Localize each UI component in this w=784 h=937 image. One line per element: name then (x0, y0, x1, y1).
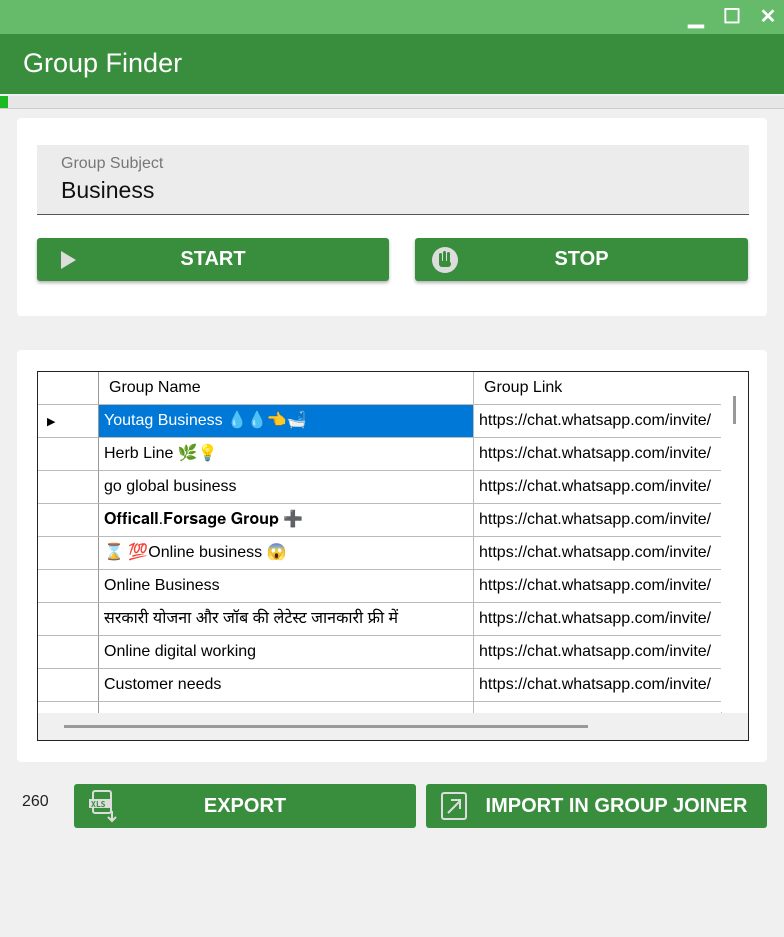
export-label: EXPORT (203, 794, 287, 817)
row-header[interactable]: ▶ (38, 405, 99, 438)
vertical-scroll-thumb[interactable] (733, 396, 736, 424)
svg-text:XLS: XLS (91, 800, 106, 809)
group-link-cell[interactable]: https://chat.whatsapp.com/invite/ (474, 504, 722, 537)
table-row[interactable]: Customer needs https://chat.whatsapp.com… (38, 669, 722, 702)
start-button[interactable]: START (37, 238, 389, 281)
horizontal-scrollbar[interactable] (38, 713, 748, 740)
start-label: START (180, 248, 246, 270)
group-link-cell[interactable]: https://chat.whatsapp.com/invite/ (474, 603, 722, 636)
import-label: IMPORT IN GROUP JOINER (485, 794, 748, 817)
export-button[interactable]: XLS EXPORT (74, 784, 416, 828)
stop-button[interactable]: STOP (415, 238, 748, 281)
table-row[interactable]: सरकारी योजना और जॉब की लेटेस्ट जानकारी फ… (38, 603, 722, 636)
table-row[interactable]: 𝐎𝐟𝐟𝐢𝐜𝐚𝐥𝐥.𝐅𝐨𝐫𝐬𝐚𝐠𝐞 𝐆𝐫𝐨𝐮𝐩 ➕ https://chat.wh… (38, 504, 722, 537)
results-grid[interactable]: Group Name Group Link ▶ Youtag Business … (37, 371, 749, 741)
row-header[interactable] (38, 504, 99, 537)
grid-header: Group Name Group Link (38, 372, 722, 405)
group-subject-field[interactable]: Group Subject Business (37, 145, 749, 215)
group-link-cell[interactable]: https://chat.whatsapp.com/invite/ (474, 537, 722, 570)
app-title: Group Finder (0, 34, 784, 94)
close-button[interactable]: ✕ (756, 4, 780, 29)
table-row[interactable]: Herb Line 🌿💡 https://chat.whatsapp.com/i… (38, 438, 722, 471)
vertical-scrollbar[interactable] (721, 372, 748, 712)
row-header[interactable] (38, 471, 99, 504)
hand-stop-icon (432, 246, 458, 273)
group-name-cell[interactable]: Youtag Business 💧💧👈🛁 (99, 405, 474, 438)
table-row[interactable]: Online Business https://chat.whatsapp.co… (38, 570, 722, 603)
group-name-cell[interactable]: Online digital working (99, 636, 474, 669)
group-link-cell[interactable]: https://chat.whatsapp.com/invite/ (474, 570, 722, 603)
group-link-cell[interactable]: https://chat.whatsapp.com/invite/ (474, 405, 722, 438)
table-row[interactable]: ▶ Youtag Business 💧💧👈🛁 https://chat.what… (38, 405, 722, 438)
maximize-button[interactable]: ☐ (720, 4, 744, 29)
row-header-corner (38, 372, 99, 405)
column-header-group-name[interactable]: Group Name (99, 372, 474, 405)
import-group-joiner-button[interactable]: IMPORT IN GROUP JOINER (426, 784, 767, 828)
title-bar: ▁ ☐ ✕ (0, 0, 784, 34)
row-header[interactable] (38, 636, 99, 669)
table-row[interactable]: Online digital working https://chat.what… (38, 636, 722, 669)
group-name-cell[interactable]: सरकारी योजना और जॉब की लेटेस्ट जानकारी फ… (99, 603, 474, 636)
group-link-cell[interactable]: https://chat.whatsapp.com/invite/ (474, 669, 722, 702)
search-card: Group Subject Business START STOP (17, 118, 767, 316)
row-header[interactable] (38, 438, 99, 471)
table-row[interactable]: ⌛ 💯Online business 😱 https://chat.whatsa… (38, 537, 722, 570)
row-header[interactable] (38, 669, 99, 702)
group-link-cell[interactable]: https://chat.whatsapp.com/invite/ (474, 438, 722, 471)
xls-file-icon: XLS (89, 790, 117, 823)
group-link-cell[interactable]: https://chat.whatsapp.com/invite/ (474, 636, 722, 669)
group-subject-input[interactable]: Business (61, 177, 725, 204)
group-link-cell[interactable]: https://chat.whatsapp.com/invite/ (474, 471, 722, 504)
progress-bar (0, 96, 784, 109)
group-name-cell[interactable]: Herb Line 🌿💡 (99, 438, 474, 471)
play-icon (61, 250, 76, 269)
group-name-cell[interactable]: 𝐎𝐟𝐟𝐢𝐜𝐚𝐥𝐥.𝐅𝐨𝐫𝐬𝐚𝐠𝐞 𝐆𝐫𝐨𝐮𝐩 ➕ (99, 504, 474, 537)
row-header[interactable] (38, 570, 99, 603)
horizontal-scroll-thumb[interactable] (64, 725, 588, 728)
group-name-cell[interactable]: ⌛ 💯Online business 😱 (99, 537, 474, 570)
stop-label: STOP (554, 248, 609, 270)
group-name-cell[interactable]: Customer needs (99, 669, 474, 702)
result-count: 260 (22, 793, 49, 810)
results-card: Group Name Group Link ▶ Youtag Business … (17, 350, 767, 762)
group-name-cell[interactable]: Online Business (99, 570, 474, 603)
column-header-group-link[interactable]: Group Link (474, 372, 722, 405)
group-name-cell[interactable]: go global business (99, 471, 474, 504)
table-row[interactable]: go global business https://chat.whatsapp… (38, 471, 722, 504)
current-row-arrow-icon: ▶ (47, 416, 56, 428)
external-link-icon (441, 792, 467, 820)
row-header[interactable] (38, 537, 99, 570)
group-subject-label: Group Subject (61, 155, 164, 172)
progress-fill (0, 96, 8, 108)
minimize-button[interactable]: ▁ (684, 4, 708, 29)
row-header[interactable] (38, 603, 99, 636)
